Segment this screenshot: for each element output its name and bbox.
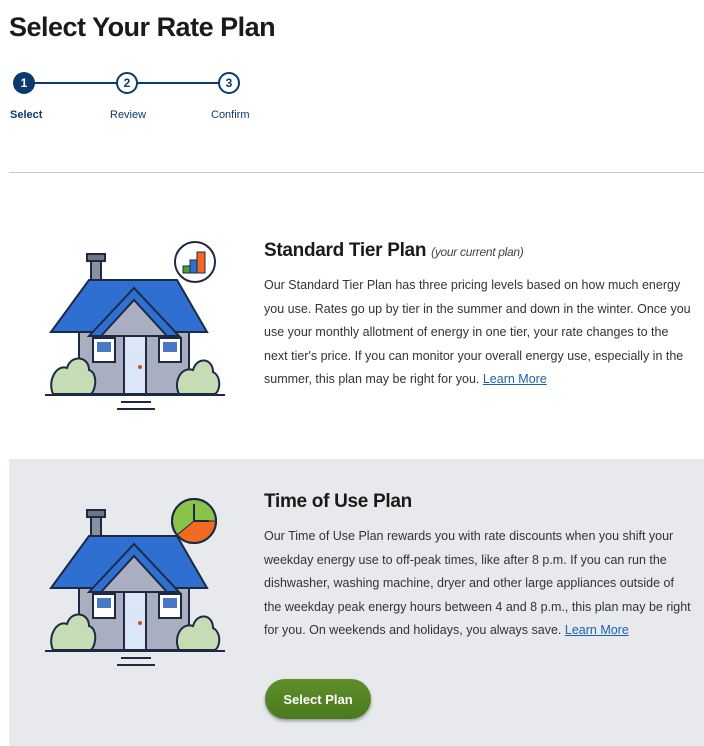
step-connector [24, 82, 118, 84]
current-plan-label: (your current plan) [431, 245, 524, 259]
plan-title: Standard Tier Plan (your current plan) [264, 240, 524, 261]
step-connector [138, 82, 220, 84]
house-illustration [45, 496, 225, 671]
plan-title: Time of Use Plan [264, 491, 412, 512]
select-plan-button[interactable]: Select Plan [265, 679, 371, 719]
learn-more-link[interactable]: Learn More [565, 623, 629, 637]
plan-text: Time of Use Plan Our Time of Use Plan re… [264, 491, 694, 643]
plan-text: Standard Tier Plan (your current plan) O… [264, 240, 694, 392]
section-divider [9, 172, 704, 173]
step-1-label: Select [10, 109, 43, 121]
standard-tier-plan-card: Standard Tier Plan (your current plan) O… [9, 174, 704, 458]
page-title: Select Your Rate Plan [9, 12, 276, 42]
step-3-circle: 3 [218, 72, 240, 94]
step-3-label: Confirm [211, 109, 250, 121]
house-illustration [45, 240, 225, 415]
time-of-use-plan-card: Time of Use Plan Our Time of Use Plan re… [9, 459, 704, 746]
plan-description: Our Time of Use Plan rewards you with ra… [264, 529, 691, 637]
clock-icon [171, 498, 217, 544]
progress-stepper: 1 2 3 Select Review Confirm [0, 70, 260, 130]
learn-more-link[interactable]: Learn More [483, 372, 547, 386]
step-1-circle: 1 [13, 72, 35, 94]
plan-description: Our Standard Tier Plan has three pricing… [264, 278, 691, 386]
step-2-label: Review [110, 109, 147, 121]
step-2-circle: 2 [116, 72, 138, 94]
bar-chart-icon [174, 241, 216, 283]
